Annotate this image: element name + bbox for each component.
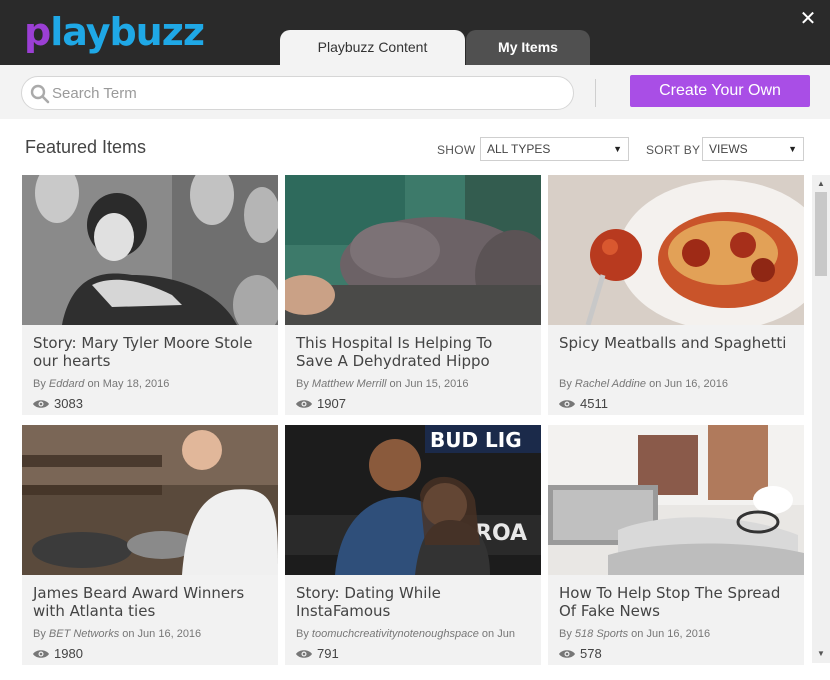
eye-icon: [559, 400, 575, 408]
item-title[interactable]: How To Help Stop The Spread Of Fake News: [559, 584, 795, 620]
app-header: playbuzz Playbuzz Content My Items ✕: [0, 0, 830, 65]
item-title[interactable]: This Hospital Is Helping To Save A Dehyd…: [296, 334, 532, 370]
item-title[interactable]: Story: Mary Tyler Moore Stole our hearts: [33, 334, 269, 370]
tab-label: Playbuzz Content: [317, 39, 428, 55]
item-author: 518 Sports: [574, 628, 629, 640]
create-your-own-button[interactable]: Create Your Own: [630, 75, 810, 107]
item-author: Rachel Addine: [574, 378, 647, 390]
eye-icon: [33, 650, 49, 658]
item-author: Matthew Merrill: [311, 378, 387, 390]
eye-icon: [33, 400, 49, 408]
item-views: 3083: [33, 396, 83, 411]
item-views: 4511: [559, 396, 608, 411]
item-byline: By 518 Sports on Jun 16, 2016: [559, 628, 711, 640]
item-byline: By BET Networks on Jun 16, 2016: [33, 628, 202, 640]
item-author: BET Networks: [48, 628, 120, 640]
item-views: 791: [296, 646, 339, 661]
item-views: 1980: [33, 646, 83, 661]
show-type-select[interactable]: ALL TYPES ▼: [480, 137, 629, 161]
item-title[interactable]: Story: Dating While InstaFamous: [296, 584, 532, 620]
vertical-scrollbar[interactable]: ▲ ▼: [812, 175, 830, 663]
eye-icon: [296, 650, 312, 658]
item-card[interactable]: Story: Mary Tyler Moore Stole our hearts…: [22, 175, 278, 415]
sort-by-select[interactable]: VIEWS ▼: [702, 137, 804, 161]
item-thumbnail: BUD LIG ROA: [285, 425, 541, 575]
item-byline: By Eddard on May 18, 2016: [33, 378, 170, 390]
scroll-thumb[interactable]: [815, 192, 827, 276]
item-author: Eddard: [48, 378, 85, 390]
scroll-up-arrow-icon[interactable]: ▲: [815, 179, 827, 189]
sort-select-value: VIEWS: [709, 142, 748, 156]
item-title[interactable]: Spicy Meatballs and Spaghetti: [559, 334, 795, 352]
svg-text:BUD LIG: BUD LIG: [430, 428, 522, 452]
toolbar-divider: [595, 79, 596, 107]
show-label: SHOW: [437, 143, 476, 157]
item-card[interactable]: BUD LIG ROA Story: Dating While InstaFam…: [285, 425, 541, 665]
item-thumbnail: [22, 425, 278, 575]
caret-down-icon: ▼: [613, 144, 622, 154]
tab-playbuzz-content[interactable]: Playbuzz Content: [280, 30, 465, 65]
item-thumbnail: [285, 175, 541, 325]
featured-items-heading: Featured Items: [25, 137, 147, 157]
item-card[interactable]: Spicy Meatballs and Spaghetti By Rachel …: [548, 175, 804, 415]
item-card[interactable]: James Beard Award Winners with Atlanta t…: [22, 425, 278, 665]
tab-label: My Items: [498, 39, 558, 55]
search-input[interactable]: [52, 78, 552, 108]
caret-down-icon: ▼: [788, 144, 797, 154]
item-thumbnail: [548, 425, 804, 575]
sort-label: SORT BY: [646, 143, 701, 157]
item-thumbnail: [22, 175, 278, 325]
eye-icon: [559, 650, 575, 658]
playbuzz-logo: playbuzz: [24, 10, 205, 54]
item-byline: By toomuchcreativitynotenoughspace on Ju…: [296, 628, 515, 640]
tab-my-items[interactable]: My Items: [466, 30, 590, 65]
item-views: 1907: [296, 396, 346, 411]
scroll-down-arrow-icon[interactable]: ▼: [815, 649, 827, 659]
search-box[interactable]: [21, 76, 574, 110]
featured-items-grid: Story: Mary Tyler Moore Stole our hearts…: [0, 170, 812, 680]
search-icon: [30, 84, 50, 104]
eye-icon: [296, 400, 312, 408]
item-card[interactable]: How To Help Stop The Spread Of Fake News…: [548, 425, 804, 665]
item-byline: By Matthew Merrill on Jun 15, 2016: [296, 378, 469, 390]
item-card[interactable]: This Hospital Is Helping To Save A Dehyd…: [285, 175, 541, 415]
item-author: toomuchcreativitynotenoughspace: [311, 628, 479, 640]
show-select-value: ALL TYPES: [487, 142, 551, 156]
item-views: 578: [559, 646, 602, 661]
item-byline: By Rachel Addine on Jun 16, 2016: [559, 378, 729, 390]
item-thumbnail: [548, 175, 804, 325]
item-title[interactable]: James Beard Award Winners with Atlanta t…: [33, 584, 269, 620]
search-toolbar: Create Your Own: [0, 65, 830, 119]
close-icon[interactable]: ✕: [798, 8, 818, 28]
